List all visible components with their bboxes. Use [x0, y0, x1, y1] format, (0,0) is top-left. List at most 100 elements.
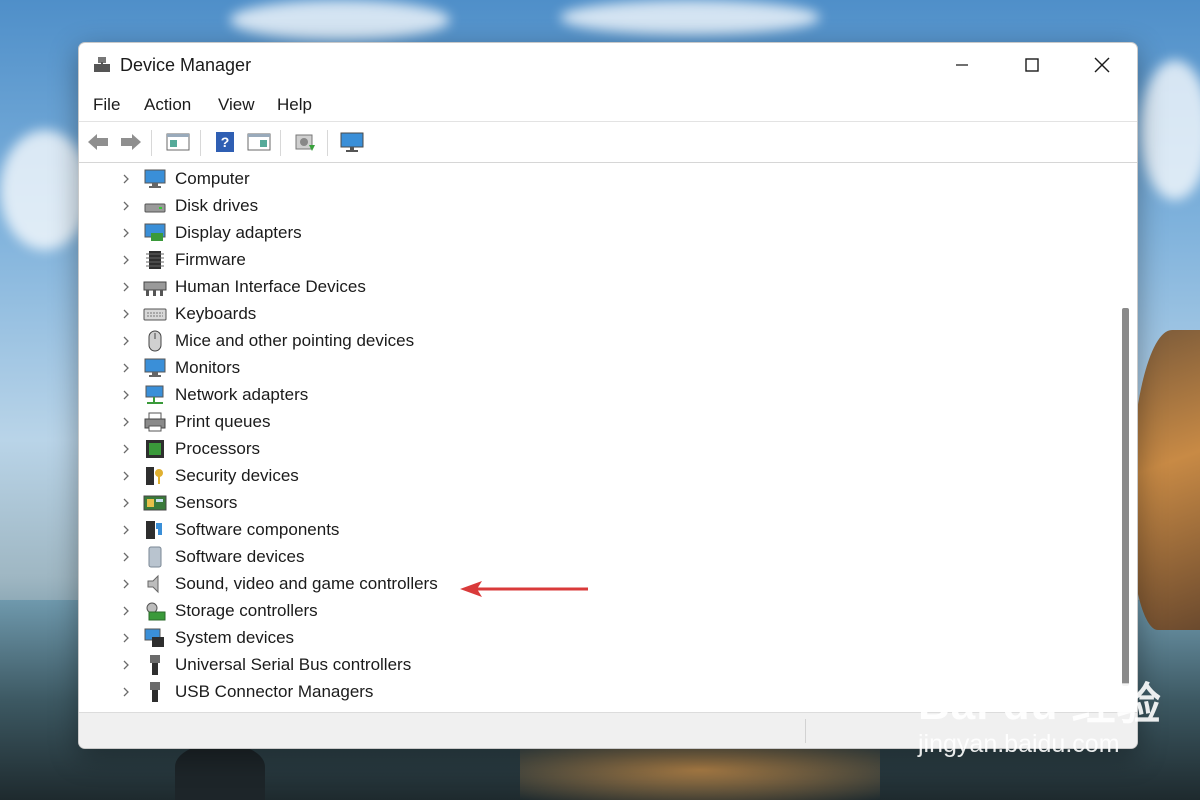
menu-bar: File Action View Help	[79, 91, 1137, 119]
toolbar-separator	[327, 130, 328, 156]
chevron-right-icon[interactable]	[120, 415, 132, 429]
chevron-right-icon[interactable]	[120, 388, 132, 402]
tree-item-disk-drives[interactable]: Disk drives	[82, 193, 1082, 220]
tree-item-software-devices[interactable]: Software devices	[82, 544, 1082, 571]
chevron-right-icon[interactable]	[120, 172, 132, 186]
toolbar-separator	[200, 130, 201, 156]
tree-item-label[interactable]: Sensors	[175, 493, 237, 513]
tree-item-human-interface-devices[interactable]: Human Interface Devices	[82, 274, 1082, 301]
tree-item-label[interactable]: Mice and other pointing devices	[175, 331, 414, 351]
speaker-icon	[147, 574, 159, 594]
tree-item-label[interactable]: Display adapters	[175, 223, 302, 243]
tree-item-label[interactable]: Universal Serial Bus controllers	[175, 655, 411, 675]
chevron-right-icon[interactable]	[120, 361, 132, 375]
maximize-icon	[1025, 58, 1039, 72]
watermark-logo: Bai du 经验	[918, 680, 1162, 729]
menu-view[interactable]: View	[218, 95, 255, 115]
chevron-right-icon[interactable]	[120, 226, 132, 240]
tree-item-display-adapters[interactable]: Display adapters	[82, 220, 1082, 247]
chevron-right-icon[interactable]	[120, 469, 132, 483]
tree-item-label[interactable]: USB Connector Managers	[175, 682, 373, 702]
properties-button[interactable]	[246, 130, 272, 154]
software-component-icon	[146, 521, 162, 539]
tree-item-label[interactable]: Human Interface Devices	[175, 277, 366, 297]
tree-item-monitors[interactable]: Monitors	[82, 355, 1082, 382]
tree-item-computer[interactable]: Computer	[82, 166, 1082, 193]
network-adapter-icon	[145, 385, 164, 404]
minimize-button[interactable]	[927, 43, 997, 87]
title-bar[interactable]: Device Manager	[79, 43, 1137, 87]
tree-item-label[interactable]: Print queues	[175, 412, 270, 432]
chevron-right-icon[interactable]	[120, 199, 132, 213]
help-button[interactable]: ?	[212, 130, 238, 154]
vertical-scrollbar[interactable]	[1117, 166, 1133, 709]
tree-item-label[interactable]: Computer	[175, 169, 250, 189]
tree-item-software-components[interactable]: Software components	[82, 517, 1082, 544]
tree-item-keyboards[interactable]: Keyboards	[82, 301, 1082, 328]
chevron-right-icon[interactable]	[120, 307, 132, 321]
chevron-right-icon[interactable]	[120, 496, 132, 510]
device-manager-window: Device Manager File Action View Help ? C…	[78, 42, 1138, 749]
scrollbar-thumb[interactable]	[1122, 308, 1129, 686]
processor-icon	[146, 440, 164, 458]
computer-icon	[144, 169, 166, 188]
tree-item-network-adapters[interactable]: Network adapters	[82, 382, 1082, 409]
tree-item-label[interactable]: Software devices	[175, 547, 304, 567]
mouse-icon	[148, 330, 162, 352]
monitor-button[interactable]	[339, 130, 365, 154]
tree-item-label[interactable]: Monitors	[175, 358, 240, 378]
tree-item-processors[interactable]: Processors	[82, 436, 1082, 463]
back-icon	[88, 134, 108, 150]
tree-item-label[interactable]: Firmware	[175, 250, 246, 270]
chevron-right-icon[interactable]	[120, 442, 132, 456]
chevron-right-icon[interactable]	[120, 631, 132, 645]
tree-item-label[interactable]: Processors	[175, 439, 260, 459]
tree-item-print-queues[interactable]: Print queues	[82, 409, 1082, 436]
chevron-right-icon[interactable]	[120, 334, 132, 348]
storage-controller-icon	[146, 602, 166, 621]
toolbar-separator	[280, 130, 281, 156]
menu-help[interactable]: Help	[277, 95, 312, 115]
help-icon: ?	[216, 132, 234, 152]
maximize-button[interactable]	[997, 43, 1067, 87]
watermark: Bai du 经验 jingyan.baidu.com	[918, 668, 1162, 759]
tree-item-label[interactable]: Keyboards	[175, 304, 256, 324]
tree-item-label[interactable]: Network adapters	[175, 385, 308, 405]
tree-item-sensors[interactable]: Sensors	[82, 490, 1082, 517]
back-button[interactable]	[85, 130, 111, 154]
window-title: Device Manager	[120, 55, 252, 75]
forward-button[interactable]	[118, 130, 144, 154]
tree-item-label[interactable]: Disk drives	[175, 196, 258, 216]
tree-item-label[interactable]: System devices	[175, 628, 294, 648]
tree-item-mice-and-other-pointing-devices[interactable]: Mice and other pointing devices	[82, 328, 1082, 355]
properties-icon	[247, 133, 271, 151]
display-adapter-icon	[144, 223, 166, 241]
chevron-right-icon[interactable]	[120, 280, 132, 294]
scan-hardware-button[interactable]	[292, 130, 318, 154]
tree-item-system-devices[interactable]: System devices	[82, 625, 1082, 652]
monitor-icon	[144, 358, 166, 377]
show-hide-console-tree-button[interactable]	[165, 130, 191, 154]
menu-file[interactable]: File	[93, 95, 120, 115]
chevron-right-icon[interactable]	[120, 604, 132, 618]
chevron-right-icon[interactable]	[120, 550, 132, 564]
annotation-arrow	[460, 581, 588, 597]
tree-item-label[interactable]: Storage controllers	[175, 601, 318, 621]
forward-icon	[121, 134, 141, 150]
chevron-right-icon[interactable]	[120, 523, 132, 537]
usb-connector-icon	[150, 682, 160, 702]
watermark-url: jingyan.baidu.com	[918, 730, 1120, 758]
tree-item-storage-controllers[interactable]: Storage controllers	[82, 598, 1082, 625]
tree-item-label[interactable]: Security devices	[175, 466, 299, 486]
chevron-right-icon[interactable]	[120, 685, 132, 699]
tree-item-label[interactable]: Sound, video and game controllers	[175, 574, 438, 594]
tree-item-security-devices[interactable]: Security devices	[82, 463, 1082, 490]
tree-item-firmware[interactable]: Firmware	[82, 247, 1082, 274]
tree-item-label[interactable]: Software components	[175, 520, 339, 540]
chevron-right-icon[interactable]	[120, 577, 132, 591]
menu-action[interactable]: Action	[144, 95, 191, 115]
chevron-right-icon[interactable]	[120, 253, 132, 267]
chevron-right-icon[interactable]	[120, 658, 132, 672]
close-button[interactable]	[1067, 43, 1137, 87]
minimize-icon	[956, 64, 968, 66]
